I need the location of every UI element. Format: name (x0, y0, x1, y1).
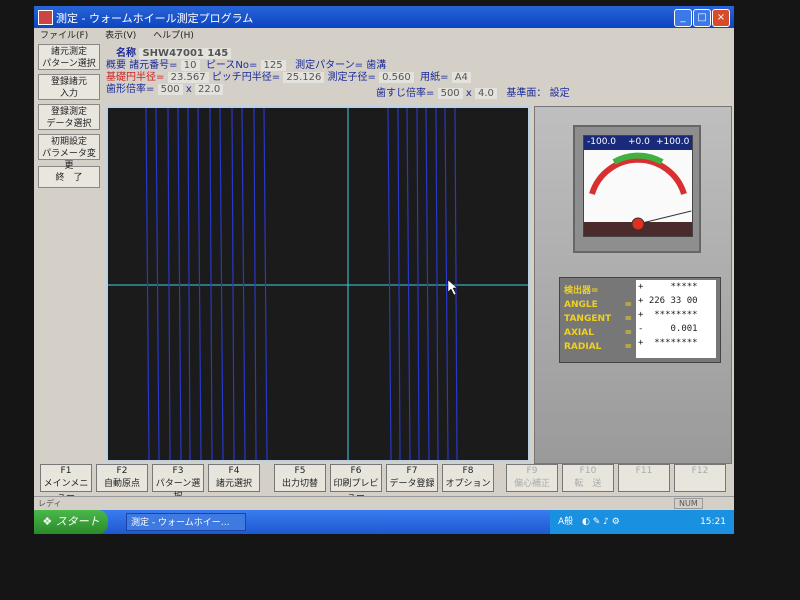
graph-canvas (108, 108, 528, 460)
registered-spec-input-button[interactable]: 登録諸元 入力 (38, 74, 100, 100)
ref-plane-value: 設定 (549, 88, 570, 99)
tooth-mag-x: 500 (157, 84, 183, 95)
menu-file[interactable]: ファイル(F) (40, 31, 88, 41)
f4-spec-select-button[interactable]: F4 諸元選択 (208, 464, 260, 492)
pitch-radius-value: 25.126 (283, 72, 325, 83)
exit-button[interactable]: 終 了 (38, 166, 100, 188)
trace-line (241, 108, 246, 460)
status-text: レディ (38, 499, 62, 508)
deviation-meter: -100.0 +0.0 +100.0 (573, 125, 701, 253)
trace-line (435, 108, 439, 460)
trace-line (177, 108, 182, 460)
trace-line (219, 108, 224, 460)
meter-pivot (631, 217, 645, 231)
trace-line (425, 108, 430, 460)
registered-data-select-button[interactable]: 登録測定 データ選択 (38, 104, 100, 130)
trace-line (231, 108, 235, 460)
spec-info-panel: 名称 SHW47001 145 概要 諸元番号= 10 ピースNo= 125 測… (106, 48, 570, 99)
measure-dia-value: 0.560 (379, 72, 414, 83)
num-lock-indicator: NUM (674, 498, 703, 509)
readout-values: + ***** + 226 33 00 + ******** - 0.001 +… (636, 280, 716, 358)
f12-button[interactable]: F12 (674, 464, 726, 492)
f10-transfer-button[interactable]: F10 転 送 (562, 464, 614, 492)
trace-line (197, 108, 202, 460)
clock: 15:21 (700, 517, 726, 527)
trace-line (187, 108, 191, 460)
system-tray: A般 ◐ ✎ ♪ ⚙ 15:21 (550, 510, 734, 534)
trace-line (454, 108, 458, 460)
initial-settings-button[interactable]: 初期設定 パラメータ変更 (38, 134, 100, 171)
f7-data-register-button[interactable]: F7 データ登録 (386, 464, 438, 492)
angle-value: + 226 33 00 (638, 296, 698, 306)
menu-bar: ファイル(F) 表示(V) ヘルプ(H) (34, 28, 734, 42)
f1-main-menu-button[interactable]: F1メインメニュー (40, 464, 92, 502)
app-window: 測定 - ウォームホイール測定プログラム _ □ × ファイル(F) 表示(V)… (34, 6, 734, 534)
trace-group-right (387, 108, 458, 460)
trace-group-left (145, 108, 268, 460)
radial-label: RADIAL (564, 342, 602, 352)
title-bar: 測定 - ウォームホイール測定プログラム _ □ × (34, 6, 734, 28)
app-icon (38, 10, 53, 25)
taskbar-item-measurement[interactable]: 測定 - ウォームホイー… (126, 513, 246, 531)
tangent-value: + ******** (638, 310, 698, 320)
f2-auto-origin-button[interactable]: F2 自動原点 (96, 464, 148, 492)
radial-value: + ******** (638, 338, 698, 348)
f3-pattern-select-button[interactable]: F3パターン選択 (152, 464, 204, 502)
trace-line (253, 108, 257, 460)
meter-face: -100.0 +0.0 +100.0 (583, 135, 693, 237)
tooth-mag-label: 歯形倍率= (106, 84, 155, 95)
close-button[interactable]: × (712, 9, 730, 27)
tooth-mag-y: 22.0 (194, 84, 224, 95)
trace-line (444, 108, 449, 460)
detector-value: + ***** (638, 282, 698, 292)
trace-line (416, 108, 420, 460)
trace-line (167, 108, 171, 460)
tangent-label: TANGENT (564, 314, 612, 324)
taskbar: ❖ スタート 測定 - ウォームホイー… A般 ◐ ✎ ♪ ⚙ 15:21 (34, 510, 734, 534)
angle-label: ANGLE (564, 300, 598, 310)
lead-mag-label: 歯すじ倍率= (376, 88, 435, 99)
maximize-button[interactable]: □ (693, 9, 711, 27)
window-title: 測定 - ウォームホイール測定プログラム (56, 12, 254, 25)
position-readout: 検出器= ANGLE = TANGENT = AXIAL = RADIAL = … (559, 277, 721, 363)
trace-line (145, 108, 150, 460)
meter-dial (584, 152, 692, 236)
paper-label: 用紙= (420, 72, 449, 83)
status-bar: レディ NUM (34, 496, 734, 511)
axial-value: - 0.001 (638, 324, 698, 334)
trace-line (263, 108, 268, 460)
measure-dia-label: 測定子径= (327, 72, 376, 83)
meter-arc-red (589, 156, 687, 195)
spec-pattern-select-button[interactable]: 諸元測定 パターン選択 (38, 44, 100, 70)
axial-label: AXIAL (564, 328, 594, 338)
function-key-bar: F1メインメニュー F2自動原点 F3パターン選択 F4諸元選択 F5出力切替 … (40, 464, 730, 502)
windows-logo-icon: ❖ (42, 515, 53, 528)
trace-line (397, 108, 401, 460)
readout-labels: 検出器= ANGLE = TANGENT = AXIAL = RADIAL = (564, 286, 632, 352)
menu-view[interactable]: 表示(V) (105, 31, 136, 41)
lead-mag-x: 500 (437, 88, 463, 99)
menu-help[interactable]: ヘルプ(H) (153, 31, 194, 41)
ime-indicator[interactable]: A般 (558, 517, 573, 527)
status-panel: -100.0 +0.0 +100.0 検出器= ANGLE = TANGENT … (534, 106, 732, 464)
ref-plane-label: 基準面： (506, 88, 547, 99)
start-button[interactable]: ❖ スタート (34, 510, 108, 534)
left-command-panel: 諸元測定 パターン選択 登録諸元 入力 登録測定 データ選択 初期設定 パラメータ変更 … (38, 44, 102, 192)
f11-button[interactable]: F11 (618, 464, 670, 492)
minimize-button[interactable]: _ (674, 9, 692, 27)
f9-eccentric-correct-button[interactable]: F9 偏心補正 (506, 464, 558, 492)
trace-line (387, 108, 392, 460)
f5-output-switch-button[interactable]: F5 出力切替 (274, 464, 326, 492)
f8-options-button[interactable]: F8 オプション (442, 464, 494, 492)
detector-label: 検出器= (564, 286, 599, 296)
tray-icons: ◐ ✎ ♪ ⚙ (582, 517, 620, 527)
trace-line (155, 108, 160, 460)
paper-value: A4 (451, 72, 471, 83)
f6-print-preview-button[interactable]: F6印刷プレビュー (330, 464, 382, 502)
measurement-graph[interactable] (106, 106, 530, 462)
lead-mag-y: 4.0 (474, 88, 497, 99)
trace-line (209, 108, 213, 460)
trace-line (406, 108, 411, 460)
